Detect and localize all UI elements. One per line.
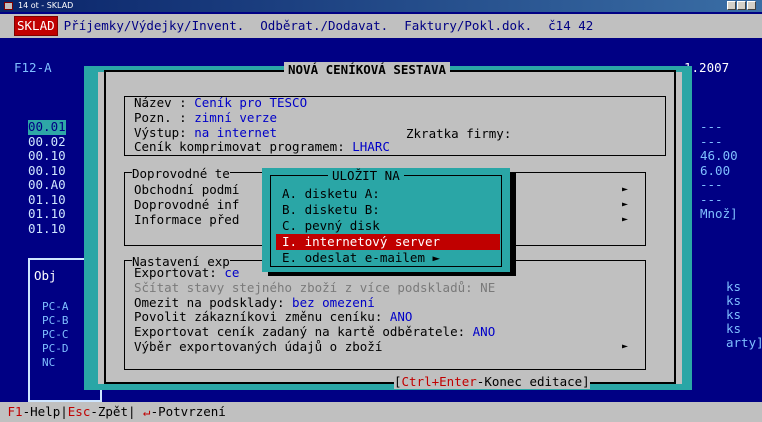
list-item: --- [700,177,723,192]
dialog-title: NOVÁ CENÍKOVÁ SESTAVA [284,62,451,77]
basic-fields: Název : Ceník pro TESCO Pozn. : zimní ve… [134,95,390,155]
list-item: --- [700,191,723,207]
menu-item-pevny-disk[interactable]: C. pevný disk [276,218,500,234]
list-item[interactable]: 01.10 [28,192,66,208]
field-nazev[interactable]: Název : Ceník pro TESCO [134,95,390,111]
field-label: Název : [134,95,195,110]
list-item[interactable]: Obchodní podmí ► [134,182,628,198]
status-bar: F1-Help|Esc-Zpět| ↵-Potvrzení [0,402,762,422]
list-item[interactable]: PC-A [42,300,69,314]
list-item: --- [700,133,723,149]
list-item: Množ] [700,206,738,221]
list-item: --- [700,119,723,134]
popup-title: ULOŽIT NA [328,168,404,183]
field-label: Pozn. : [134,109,195,125]
menu-item-disketa-a[interactable]: A. disketu A: [276,186,500,202]
back-text: -Zpět [90,404,128,419]
field-komprimovat[interactable]: Ceník komprimovat programem: LHARC [134,139,390,155]
note-field[interactable]: zimní verze [194,110,277,125]
field-pozn[interactable]: Pozn. : zimní verze [134,109,390,126]
doprovodne-title: Doprovodné te [132,166,230,181]
field-omezit[interactable]: Omezit na podsklady: bez omezení [134,295,495,311]
background-ks-column: ks ks ks ks arty] [726,280,762,350]
name-field[interactable]: Ceník pro TESCO [194,95,307,110]
list-item[interactable]: 00.01 [28,119,66,135]
field-scitat: Sčítat stavy stejného zboží z více podsk… [134,279,496,295]
minimize-icon[interactable] [727,1,736,10]
shortcut-key: Ctrl+Enter [401,374,477,389]
list-item: ks [726,321,742,336]
nastaveni-items: Exportovat: ce Sčítat stavy stejného zbo… [134,265,628,355]
zkratka-firmy-label[interactable]: Zkratka firmy: [406,126,511,141]
background-f12-label: F12-A [14,60,52,75]
field-vyber[interactable]: Výběr exportovaných údajů o zboží ► [134,339,628,355]
background-obj-label: Obj [34,268,57,283]
menu-item-prijemky[interactable]: Příjemky/Výdejky/Invent. [64,18,245,33]
enter-key[interactable]: ↵ [143,404,151,419]
menu-item-odberatele[interactable]: Odběrat./Dodavat. [260,18,388,33]
list-item: 6.00 [700,162,731,178]
list-item: 46.00 [700,148,738,163]
field-povolit[interactable]: Povolit zákazníkovi změnu ceníku: ANO [134,309,495,325]
background-obj-list: PC-A PC-B PC-C PC-D NC [42,300,69,370]
doprovodne-items: Obchodní podmí ► Doprovodné inf ► Informac… [134,182,628,228]
arrow-right-icon: ► [622,213,629,225]
list-item[interactable]: 01.10 [28,206,66,222]
list-item: arty] [726,335,762,350]
list-item[interactable]: PC-B [42,314,69,328]
menu-item-email[interactable]: E. odeslat e-mailem ► [276,250,500,266]
field-exportovat-cenik[interactable]: Exportovat ceník zadaný na kartě odběrat… [134,324,495,340]
list-item[interactable]: 00.02 [28,134,66,150]
list-item[interactable]: PC-C [42,328,69,342]
field-vystup[interactable]: Výstup: na internet [134,124,390,141]
menu-bar: SKLAD Příjemky/Výdejky/Invent. Odběrat./Do… [0,14,762,38]
list-item[interactable]: 01.10 [28,221,66,237]
field-label: Ceník komprimovat programem: [134,139,353,155]
menu-item-faktury[interactable]: Faktury/Pokl.dok. [404,18,532,33]
shortcut-text: -Konec editace [476,374,583,389]
list-item[interactable]: NC [42,356,69,370]
menu-counter: č14 42 [548,18,594,33]
popup-menu: A. disketu A: B. disketu B: C. pevný dis… [276,186,500,266]
output-field[interactable]: na internet [194,125,277,140]
list-item[interactable]: Doprovodné inf ► [134,197,628,213]
list-item[interactable]: 00.10 [28,163,66,179]
list-item[interactable]: Informace před ► [134,212,628,228]
close-icon[interactable] [747,1,756,10]
arrow-right-icon: ► [622,184,629,195]
window-titlebar: 14 ot - SKLAD [0,0,762,12]
list-item: ks [726,279,742,294]
app-icon [4,2,13,10]
background-right-column: --- --- 46.00 6.00 --- --- Množ] [700,119,738,222]
menu-item-disketa-b[interactable]: B. disketu B: [276,202,500,218]
help-key[interactable]: F1 [8,404,23,419]
back-key[interactable]: Esc [68,404,91,419]
menu-item-sklad[interactable]: SKLAD [14,16,58,36]
list-item[interactable]: PC-D [42,342,69,356]
list-item[interactable]: 00.A0 [28,177,66,193]
list-item: ks [726,293,742,308]
arrow-right-icon: ► [622,198,629,210]
field-label: Výstup: [134,124,195,140]
help-text: -Help [22,404,61,419]
shortcut-hint: [Ctrl+Enter-Konec editace] [394,374,590,389]
arrow-right-icon: ► [622,340,629,352]
maximize-icon[interactable] [737,1,746,10]
list-item[interactable]: 00.10 [28,148,66,164]
confirm-text: -Potvrzení [150,404,226,419]
background-code-list: 00.01 00.02 00.10 00.10 00.A0 01.10 01.1… [28,119,66,237]
menu-item-internet-server[interactable]: I. internetový server [276,234,500,250]
compress-field[interactable]: LHARC [352,139,390,154]
list-item: ks [726,307,742,322]
